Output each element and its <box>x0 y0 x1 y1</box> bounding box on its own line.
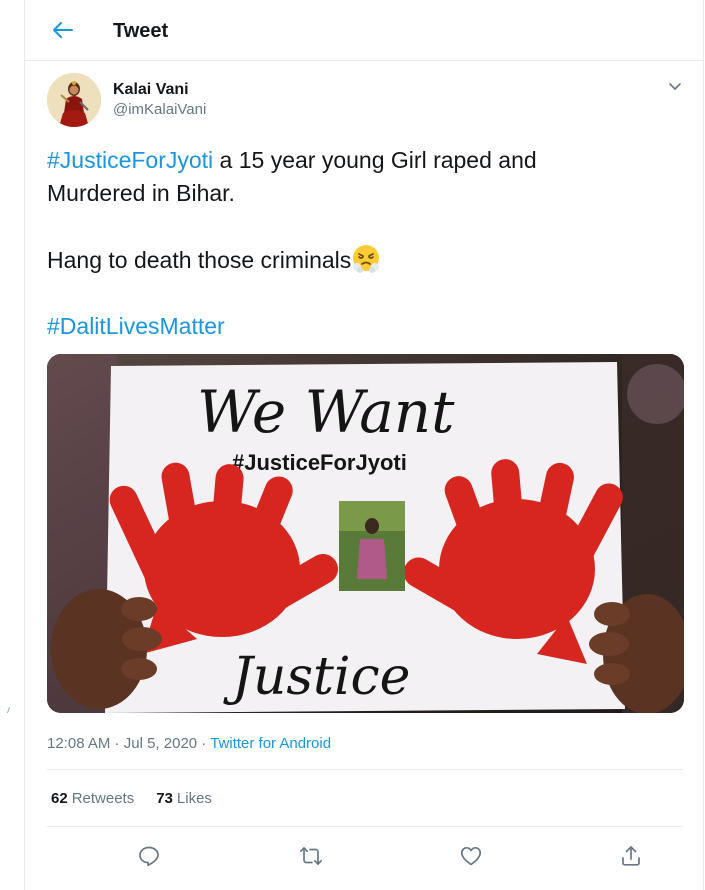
tweet-actions <box>47 838 683 874</box>
retweet-button[interactable] <box>297 842 325 870</box>
likes-count: 73 <box>156 790 173 807</box>
chevron-down-icon <box>669 83 681 90</box>
hashtag-justiceforjyoti[interactable]: #JusticeForJyoti <box>47 147 213 173</box>
meta-separator: · <box>110 735 124 752</box>
author-handle[interactable]: @imKalaiVani <box>113 100 206 120</box>
share-button[interactable] <box>617 842 645 870</box>
like-button[interactable] <box>457 842 485 870</box>
avatar[interactable] <box>47 73 101 127</box>
tweet-author[interactable]: Kalai Vani @imKalaiVani <box>47 70 206 130</box>
avatar-image <box>47 73 101 127</box>
tweet-line-3-text: Hang to death those criminals <box>47 247 352 273</box>
meta-separator: · <box>197 735 211 752</box>
arrow-left-icon <box>53 22 73 38</box>
author-display-name[interactable]: Kalai Vani <box>113 80 206 100</box>
hashtag-dalitlivesmatter[interactable]: #DalitLivesMatter <box>47 313 225 339</box>
gutter-mark <box>0 707 11 713</box>
tweet-time[interactable]: 12:08 AM <box>47 735 110 752</box>
tweet-meta: 12:08 AM · Jul 5, 2020 · Twitter for And… <box>47 735 331 752</box>
tweet-line-3: Hang to death those criminals <box>47 243 677 277</box>
tweet-line-4: #DalitLivesMatter <box>47 310 677 343</box>
likes-stat[interactable]: 73 Likes <box>156 790 212 807</box>
sign-footer: Justice <box>223 647 410 707</box>
retweets-stat[interactable]: 62 Retweets <box>51 790 134 807</box>
tweet-date[interactable]: Jul 5, 2020 <box>124 735 197 752</box>
more-options-button[interactable] <box>665 76 685 96</box>
tweet-stats: 62 Retweets 73 Likes <box>51 790 212 807</box>
tweet-photo[interactable]: We Want #JusticeForJyoti Justice <box>47 354 684 713</box>
divider <box>47 769 683 770</box>
tweet-line-2: Murdered in Bihar. <box>47 180 235 206</box>
back-button[interactable] <box>47 16 79 44</box>
page-header: Tweet <box>25 0 703 61</box>
reply-icon <box>139 846 159 867</box>
retweet-icon <box>299 847 323 865</box>
sign-photo-thumbnail <box>339 501 405 591</box>
steam-from-nose-emoji-icon <box>351 243 381 273</box>
sign-heading: We Want <box>197 378 455 446</box>
tweet-text: #JusticeForJyoti a 15 year young Girl ra… <box>47 144 677 343</box>
author-names: Kalai Vani @imKalaiVani <box>113 80 206 120</box>
retweets-count: 62 <box>51 790 68 807</box>
tweet-detail-column: Tweet Kalai Vani @imKalaiVani #JusticeFo <box>24 0 704 890</box>
tweet-line-1-text: a 15 year young Girl raped and <box>213 147 537 173</box>
divider <box>47 826 683 827</box>
sign-hashtag: #JusticeForJyoti <box>232 450 407 475</box>
svg-text:We Want: We Want <box>197 378 455 446</box>
share-icon <box>622 846 640 866</box>
tweet-source-link[interactable]: Twitter for Android <box>210 735 331 752</box>
reply-button[interactable] <box>135 842 163 870</box>
tweet-line-1: #JusticeForJyoti a 15 year young Girl ra… <box>47 144 677 177</box>
heart-icon <box>460 846 482 866</box>
likes-label: Likes <box>176 790 212 807</box>
retweets-label: Retweets <box>71 790 135 807</box>
page-title: Tweet <box>113 20 169 42</box>
protest-sign-image: We Want #JusticeForJyoti Justice <box>47 354 684 713</box>
